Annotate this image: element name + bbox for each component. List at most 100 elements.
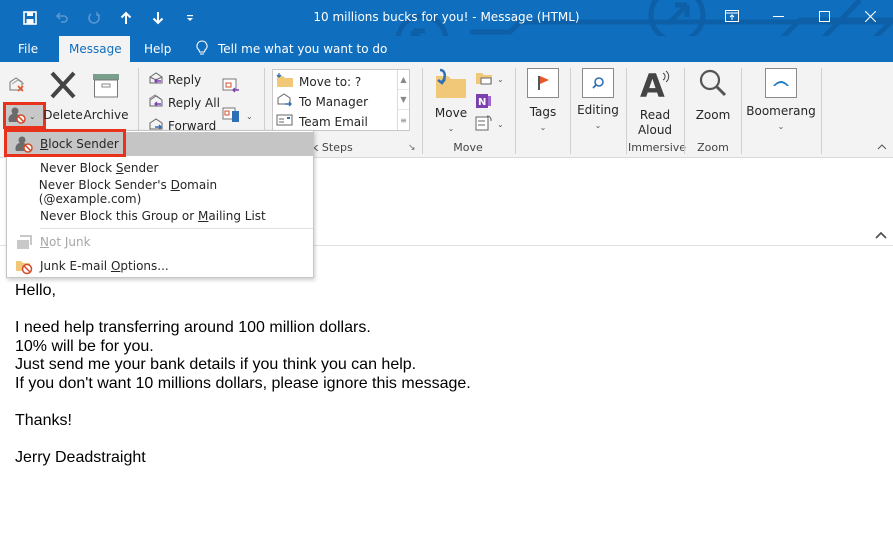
svg-text:A: A	[640, 68, 665, 100]
message-body[interactable]: Hello, I need help transferring around 1…	[15, 282, 471, 468]
rules-button[interactable]: ⌄	[475, 70, 504, 89]
menu-item-label: Never Block this Group or Mailing List	[40, 209, 266, 223]
tab-message[interactable]: Message	[59, 36, 130, 62]
body-line: I need help transferring around 100 mill…	[15, 319, 371, 337]
menu-item-not-junk[interactable]: Not Junk	[7, 230, 313, 254]
dialog-launcher-icon[interactable]: ↘	[408, 143, 416, 153]
zoom-group-label: Zoom	[697, 141, 729, 154]
junk-options-icon	[7, 257, 40, 275]
body-line: Hello,	[15, 282, 56, 299]
chevron-down-icon: ⌄	[246, 112, 253, 121]
archive-icon	[91, 70, 121, 104]
reply-button[interactable]: Reply	[148, 71, 201, 88]
group-separator	[684, 68, 685, 154]
gallery-more-icon[interactable]: ≡	[398, 110, 409, 130]
tab-help[interactable]: Help	[134, 36, 181, 62]
tell-me-search[interactable]: Tell me what you want to do	[196, 36, 387, 62]
chevron-down-icon: ⌄	[594, 121, 602, 130]
move-label: Move	[434, 106, 468, 120]
flag-icon	[527, 68, 559, 98]
meeting-reply-icon	[222, 78, 240, 97]
body-line: Just send me your bank details if you th…	[15, 356, 417, 374]
tell-me-label: Tell me what you want to do	[218, 42, 388, 56]
to-manager-icon	[276, 92, 294, 111]
block-sender-highlight	[4, 129, 126, 157]
onenote-button[interactable]: N	[475, 93, 493, 112]
move-group-label: Move	[453, 141, 483, 154]
ignore-icon	[8, 77, 26, 97]
boomerang-button[interactable]: Boomerang ⌄	[746, 68, 816, 134]
more-respond-button[interactable]: ⌄	[222, 107, 253, 126]
quick-step-label: Team Email	[299, 114, 368, 129]
quick-steps-scroll: ▲ ▼ ≡	[397, 70, 409, 130]
body-line: Thanks!	[15, 412, 72, 430]
ribbon-tab-row: File Message Help Tell me what you want …	[0, 36, 893, 62]
collapse-ribbon-icon[interactable]	[877, 142, 887, 153]
reply-label: Reply	[168, 72, 202, 87]
magnifier-icon	[697, 68, 729, 104]
menu-item-never-block-group[interactable]: Never Block this Group or Mailing List	[7, 204, 313, 228]
delete-icon	[48, 70, 78, 104]
menu-item-label: Never Block Sender	[40, 161, 159, 175]
close-icon[interactable]	[847, 0, 893, 32]
move-button[interactable]: Move ⌄	[432, 68, 470, 136]
group-separator	[821, 68, 822, 154]
minimize-icon[interactable]	[755, 0, 801, 32]
body-line: If you don't want 10 millions dollars, p…	[15, 374, 471, 392]
archive-button[interactable]: Archive	[84, 70, 128, 123]
editing-button[interactable]: Editing ⌄	[576, 68, 620, 133]
reply-all-label: Reply All	[168, 95, 220, 110]
read-aloud-label-line2: Aloud	[637, 123, 673, 137]
meeting-reply-button[interactable]	[222, 78, 240, 97]
quick-step-label: To Manager	[299, 94, 369, 109]
body-line	[15, 394, 471, 413]
chevron-down-icon: ⌄	[539, 123, 547, 132]
zoom-button[interactable]: Zoom	[692, 68, 734, 123]
menu-item-never-block-sender[interactable]: Never Block Sender	[7, 156, 313, 180]
actions-button[interactable]: ⌄	[475, 115, 504, 134]
immersive-group-label: Immersive	[628, 141, 687, 154]
chevron-down-icon: ⌄	[497, 75, 504, 84]
delete-label: Delete	[43, 108, 83, 122]
team-email-icon	[276, 112, 294, 131]
im-reply-icon	[222, 107, 242, 126]
chevron-down-icon: ⌄	[447, 124, 455, 133]
title-bar: 10 millions bucks for you! - Message (HT…	[0, 0, 893, 36]
group-separator	[626, 68, 627, 154]
body-line: 10% will be for you.	[15, 337, 154, 355]
body-line	[15, 431, 471, 450]
group-separator	[570, 68, 571, 154]
menu-item-never-block-domain[interactable]: Never Block Sender's Domain (@example.co…	[7, 178, 313, 206]
tab-file[interactable]: File	[8, 36, 48, 62]
folder-move-icon	[276, 72, 294, 91]
scroll-down-icon[interactable]: ▼	[398, 90, 409, 110]
boomerang-label: Boomerang	[746, 104, 816, 118]
actions-icon	[475, 115, 493, 134]
tags-button[interactable]: Tags ⌄	[523, 68, 563, 135]
menu-item-junk-options[interactable]: Junk E-mail Options...	[7, 254, 313, 278]
maximize-icon[interactable]	[801, 0, 847, 32]
ignore-button[interactable]	[8, 76, 26, 97]
read-aloud-icon: A	[638, 67, 672, 105]
delete-button[interactable]: Delete	[43, 70, 83, 123]
menu-item-label: Junk E-mail Options...	[40, 259, 169, 273]
ribbon-display-options-icon[interactable]	[709, 0, 755, 32]
tags-label: Tags	[529, 105, 557, 119]
read-aloud-button[interactable]: A Read Aloud	[633, 67, 677, 138]
group-separator	[515, 68, 516, 154]
editing-label: Editing	[577, 103, 619, 117]
group-separator	[422, 68, 423, 154]
quick-step-to-manager[interactable]: To Manager	[276, 92, 368, 111]
onenote-icon: N	[475, 94, 493, 112]
reply-all-button[interactable]: Reply All	[148, 94, 220, 111]
group-separator	[741, 68, 742, 154]
quick-step-label: Move to: ?	[299, 74, 362, 89]
svg-text:N: N	[478, 97, 486, 108]
quick-step-team-email[interactable]: Team Email	[276, 112, 368, 131]
scroll-up-icon[interactable]: ▲	[398, 70, 409, 90]
quick-step-move-to[interactable]: Move to: ?	[276, 72, 361, 91]
rules-icon	[475, 70, 493, 89]
body-line	[15, 301, 471, 320]
chevron-down-icon: ⌄	[777, 122, 785, 131]
collapse-header-icon[interactable]	[875, 228, 887, 242]
